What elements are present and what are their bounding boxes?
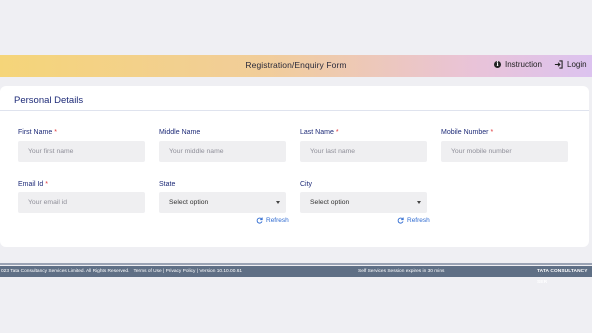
- page: Registration/Enquiry Form i Instruction …: [0, 0, 592, 333]
- login-label: Login: [567, 60, 587, 69]
- middle-name-input[interactable]: Your middle name: [159, 141, 286, 162]
- instruction-link[interactable]: i Instruction: [494, 60, 542, 69]
- copyright-text: 023 Tata Consultancy Services Limited. A…: [1, 269, 130, 274]
- email-id-label-text: Email Id: [18, 181, 44, 188]
- email-id-label: Email Id *: [18, 181, 48, 188]
- footer-left: 023 Tata Consultancy Services Limited. A…: [1, 266, 242, 277]
- refresh-icon: [397, 217, 404, 224]
- state-refresh-link[interactable]: Refresh: [256, 217, 289, 224]
- header-bar: Registration/Enquiry Form i Instruction …: [0, 55, 592, 77]
- state-select[interactable]: Select option: [159, 192, 286, 213]
- mobile-number-label-text: Mobile Number: [441, 129, 489, 136]
- email-id-input[interactable]: Your email id: [18, 192, 145, 213]
- city-label-text: City: [300, 181, 313, 188]
- chevron-down-icon: [417, 201, 421, 204]
- required-mark: *: [490, 129, 494, 136]
- footer-links[interactable]: Terms of Use | Privacy Policy | Version …: [133, 269, 242, 274]
- refresh-label: Refresh: [407, 217, 430, 224]
- last-name-input[interactable]: Your last name: [300, 141, 427, 162]
- last-name-label-text: Last Name: [300, 129, 334, 136]
- instruction-label: Instruction: [505, 60, 542, 69]
- mobile-number-input[interactable]: Your mobile number: [441, 141, 568, 162]
- info-icon: i: [494, 61, 501, 68]
- city-select-value: Select option: [310, 199, 350, 206]
- middle-name-label-text: Middle Name: [159, 129, 201, 136]
- last-name-label: Last Name *: [300, 129, 339, 136]
- login-icon: [554, 60, 563, 69]
- state-label-text: State: [159, 181, 176, 188]
- city-label: City: [300, 181, 312, 188]
- chevron-down-icon: [276, 201, 280, 204]
- first-name-label: First Name *: [18, 129, 57, 136]
- state-label: State: [159, 181, 175, 188]
- login-link[interactable]: Login: [554, 60, 587, 69]
- brand-logo-text: TATA CONSULTANCY SER: [537, 269, 588, 285]
- session-expiry-text: Self Services Session expires in 30 mins: [358, 269, 445, 274]
- section-title: Personal Details: [14, 95, 84, 106]
- required-mark: *: [54, 129, 57, 136]
- state-select-value: Select option: [169, 199, 209, 206]
- refresh-label: Refresh: [266, 217, 289, 224]
- mobile-number-label: Mobile Number *: [441, 129, 493, 136]
- first-name-input[interactable]: Your first name: [18, 141, 145, 162]
- section-divider: [0, 110, 589, 111]
- required-mark: *: [45, 181, 49, 188]
- first-name-label-text: First Name: [18, 129, 53, 136]
- city-refresh-link[interactable]: Refresh: [397, 217, 430, 224]
- footer-divider: [0, 263, 592, 265]
- city-select[interactable]: Select option: [300, 192, 427, 213]
- refresh-icon: [256, 217, 263, 224]
- required-mark: *: [335, 129, 339, 136]
- footer: 023 Tata Consultancy Services Limited. A…: [0, 266, 592, 285]
- personal-details-card: Personal Details First Name * Your first …: [0, 86, 589, 247]
- middle-name-label: Middle Name: [159, 129, 200, 136]
